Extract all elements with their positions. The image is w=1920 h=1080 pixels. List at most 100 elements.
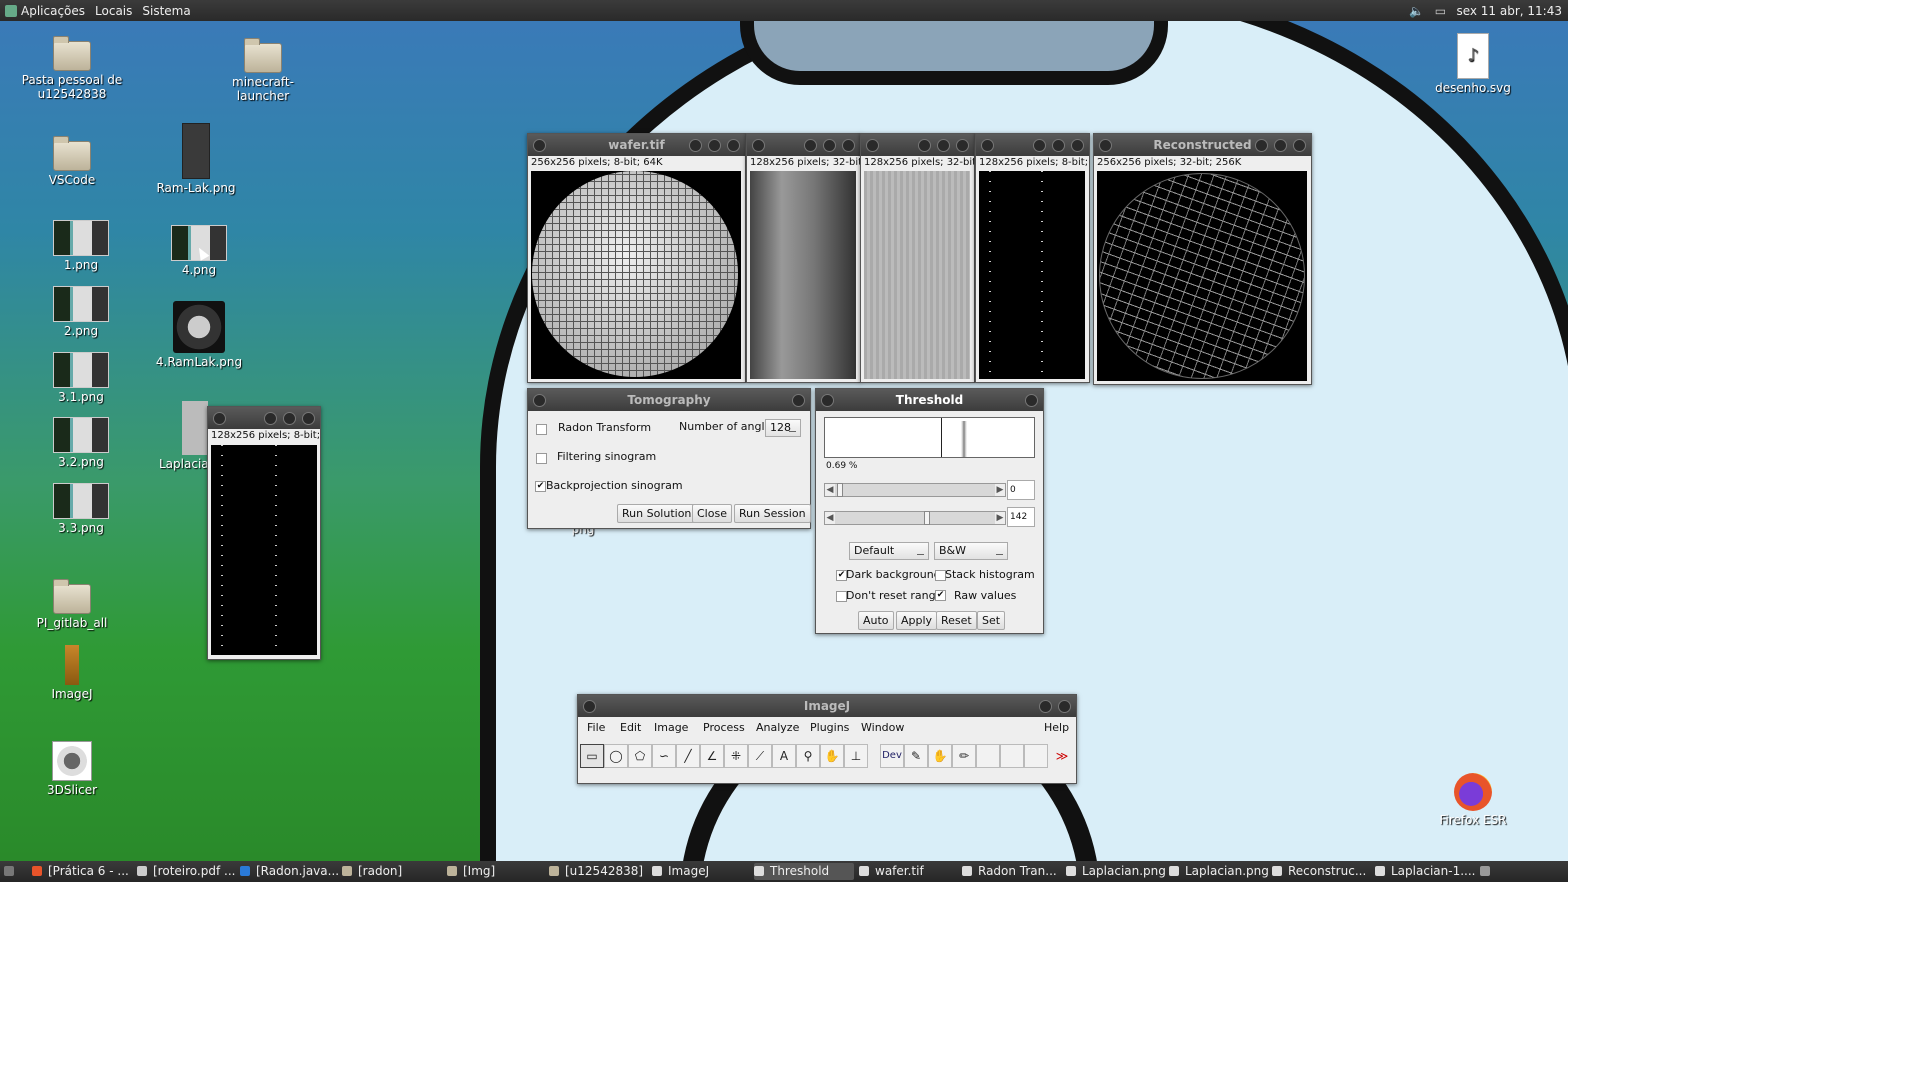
clock[interactable]: sex 11 abr, 11:43 (1456, 4, 1562, 18)
desktop-icon-3dslicer[interactable]: 3DSlicer (17, 741, 127, 797)
radon-checkbox[interactable] (536, 424, 547, 435)
image-canvas[interactable] (750, 171, 856, 379)
set-button[interactable]: Set (977, 611, 1006, 630)
window-sinogram-1[interactable]: 128x256 pixels; 32-bit; 1 (746, 133, 861, 383)
minimize-icon[interactable] (264, 412, 277, 425)
window-menu-icon[interactable] (583, 700, 596, 713)
minimize-icon[interactable] (689, 139, 702, 152)
taskbar-item[interactable]: Laplacian.png (1169, 863, 1269, 880)
image-canvas[interactable] (211, 445, 317, 655)
window-title[interactable] (208, 407, 320, 429)
desktop-icon-vscode[interactable]: VSCode (17, 136, 127, 187)
taskbar-item[interactable]: Radon Tran... (962, 863, 1062, 880)
volume-icon[interactable]: 🔈 (1408, 4, 1424, 18)
reset-button[interactable]: Reset (936, 611, 977, 630)
window-menu-icon[interactable] (533, 394, 546, 407)
zoom-tool-icon[interactable]: ⚲ (796, 744, 820, 768)
close-icon[interactable] (842, 139, 855, 152)
window-title[interactable]: wafer.tif (528, 134, 745, 156)
window-sinogram-2[interactable]: 128x256 pixels; 32-bit; 1 (860, 133, 975, 383)
taskbar-item[interactable]: [Prática 6 - ... (32, 863, 132, 880)
slider-knob[interactable] (923, 511, 930, 525)
method-select[interactable]: Default (849, 542, 929, 560)
minimize-icon[interactable] (1033, 139, 1046, 152)
filter-checkbox[interactable] (536, 453, 547, 464)
min-threshold-slider[interactable]: ◀ ▶ (824, 483, 1006, 497)
menu-edit[interactable]: Edit (620, 721, 641, 734)
window-title[interactable]: Tomography (528, 389, 810, 411)
max-threshold-slider[interactable]: ◀ ▶ (824, 511, 1006, 525)
text-tool-icon[interactable]: A (772, 744, 796, 768)
taskbar-item[interactable]: [Img] (447, 863, 547, 880)
desktop-icon-4-ramlak[interactable]: 4.RamLak.png (144, 301, 254, 369)
menu-image[interactable]: Image (654, 721, 688, 734)
desktop-icon-3-2-png[interactable]: 3.2.png (26, 417, 136, 469)
desktop-icon-desenho-svg[interactable]: ♪ desenho.svg (1418, 33, 1528, 95)
mode-select[interactable]: B&W (934, 542, 1008, 560)
taskbar-item[interactable]: wafer.tif (859, 863, 959, 880)
menu-window[interactable]: Window (861, 721, 904, 734)
network-icon[interactable]: ▭ (1432, 4, 1448, 18)
window-title[interactable]: Threshold (816, 389, 1043, 411)
desktop-icon-pi-gitlab-all[interactable]: PI_gitlab_all (17, 579, 127, 630)
brush-tool-icon[interactable]: ✎ (904, 744, 928, 768)
window-menu-icon[interactable] (213, 412, 226, 425)
close-icon[interactable] (1293, 139, 1306, 152)
backprojection-checkbox[interactable]: ✔ (535, 481, 546, 492)
maximize-icon[interactable] (823, 139, 836, 152)
desktop-icon-3-1-png[interactable]: 3.1.png (26, 352, 136, 404)
run-solution-button[interactable]: Run Solution (617, 504, 697, 523)
show-desktop-icon[interactable] (4, 863, 18, 880)
window-laplacian[interactable]: 128x256 pixels; 8-bit; 32 (207, 406, 321, 660)
more-tools-icon[interactable]: ≫ (1050, 744, 1074, 768)
taskbar-item[interactable]: [u12542838] (549, 863, 649, 880)
taskbar-item[interactable]: Reconstruc... (1272, 863, 1372, 880)
min-threshold-field[interactable]: 0 (1007, 480, 1035, 500)
taskbar-item[interactable]: [roteiro.pdf ... (137, 863, 237, 880)
minimize-icon[interactable] (1039, 700, 1052, 713)
imagej-window[interactable]: ImageJ File Edit Image Process Analyze P… (577, 694, 1077, 784)
distro-logo-icon[interactable] (5, 4, 17, 17)
hand-tool-icon[interactable]: ✋ (820, 744, 844, 768)
menu-help[interactable]: Help (1044, 721, 1069, 734)
line-tool-icon[interactable]: ╱ (676, 744, 700, 768)
close-icon[interactable] (956, 139, 969, 152)
image-canvas[interactable] (531, 171, 741, 379)
menu-analyze[interactable]: Analyze (756, 721, 799, 734)
desktop-icon-home[interactable]: Pasta pessoal de u12542838 (17, 36, 127, 101)
window-menu-icon[interactable] (866, 139, 879, 152)
slider-right-arrow-icon[interactable]: ▶ (995, 512, 1005, 524)
menu-aplicacoes[interactable]: Aplicações (21, 4, 85, 18)
close-icon[interactable] (1071, 139, 1084, 152)
maximize-icon[interactable] (937, 139, 950, 152)
window-title[interactable] (747, 134, 860, 156)
desktop-icon-3-3-png[interactable]: 3.3.png (26, 483, 136, 535)
close-icon[interactable] (792, 394, 805, 407)
point-tool-icon[interactable]: ⁜ (724, 744, 748, 768)
minimize-icon[interactable] (1255, 139, 1268, 152)
apply-button[interactable]: Apply (896, 611, 938, 630)
maximize-icon[interactable] (708, 139, 721, 152)
menu-locais[interactable]: Locais (95, 4, 132, 18)
pencil-tool-icon[interactable]: ✏ (952, 744, 976, 768)
freehand-tool-icon[interactable]: ∽ (652, 744, 676, 768)
menu-plugins[interactable]: Plugins (810, 721, 849, 734)
window-menu-icon[interactable] (1099, 139, 1112, 152)
window-reconstructed[interactable]: Reconstructed 256x256 pixels; 32-bit; 25… (1093, 133, 1312, 385)
menu-file[interactable]: File (587, 721, 605, 734)
close-icon[interactable] (302, 412, 315, 425)
maximize-icon[interactable] (283, 412, 296, 425)
dropper-tool-icon[interactable]: ⊥ (844, 744, 868, 768)
window-title[interactable]: Reconstructed (1094, 134, 1311, 156)
angle-tool-icon[interactable]: ∠ (700, 744, 724, 768)
rectangle-tool-icon[interactable]: ▭ (580, 744, 604, 768)
auto-button[interactable]: Auto (858, 611, 894, 630)
slider-right-arrow-icon[interactable]: ▶ (995, 484, 1005, 496)
flood-fill-tool-icon[interactable]: ✋ (928, 744, 952, 768)
menu-sistema[interactable]: Sistema (142, 4, 190, 18)
taskbar-item[interactable]: [radon] (342, 863, 442, 880)
oval-tool-icon[interactable]: ◯ (604, 744, 628, 768)
taskbar-item[interactable]: [Radon.java... (240, 863, 340, 880)
desktop-icon-2-png[interactable]: 2.png (26, 286, 136, 338)
workspace-switcher-icon[interactable] (1480, 863, 1496, 880)
